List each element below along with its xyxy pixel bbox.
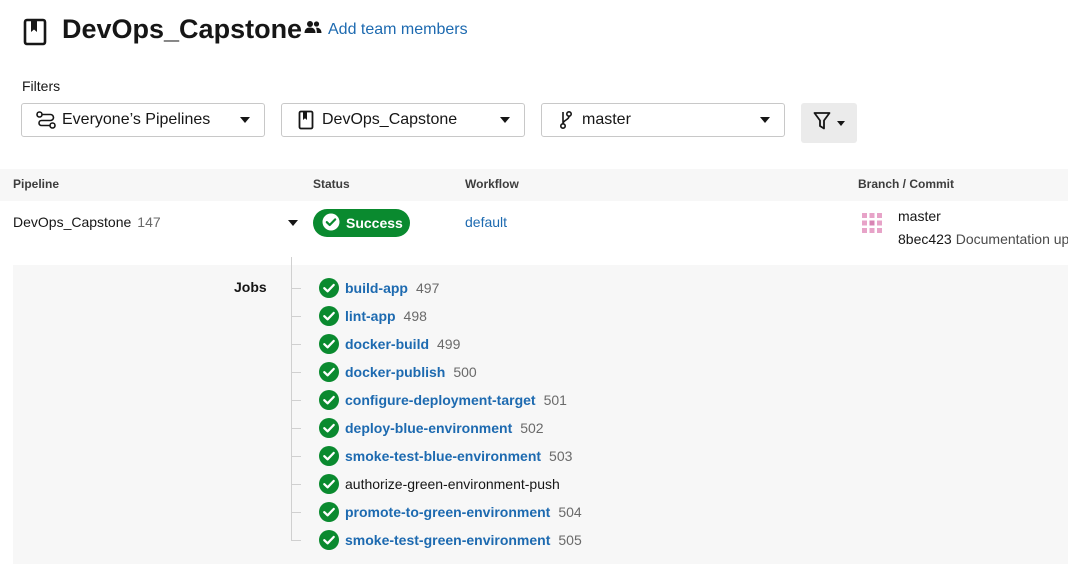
job-row: docker-publish 500 — [291, 362, 477, 382]
job-name[interactable]: deploy-blue-environment — [345, 420, 512, 436]
jobs-label: Jobs — [234, 279, 267, 295]
git-branch-icon — [556, 110, 576, 130]
jobs-tree-branch — [291, 427, 301, 429]
job-number: 497 — [416, 280, 440, 296]
job-name[interactable]: docker-publish — [345, 364, 445, 380]
job-row: docker-build 499 — [291, 334, 460, 354]
branch-name: master — [898, 208, 941, 224]
job-name[interactable]: configure-deployment-target — [345, 392, 536, 408]
jobs-tree-branch — [291, 455, 301, 457]
jobs-tree-branch — [291, 343, 301, 345]
chevron-down-icon — [240, 117, 250, 123]
pipelines-filter-dropdown[interactable]: Everyone’s Pipelines — [21, 103, 265, 137]
job-row: smoke-test-green-environment 505 — [291, 530, 582, 550]
job-name[interactable]: build-app — [345, 280, 408, 296]
status-label: Success — [346, 215, 403, 231]
advanced-filter-button[interactable] — [801, 103, 857, 143]
job-number: 499 — [437, 336, 461, 352]
check-circle-icon — [319, 390, 339, 410]
job-row: deploy-blue-environment 502 — [291, 418, 544, 438]
column-header-workflow: Workflow — [465, 177, 519, 191]
column-header-status: Status — [313, 177, 350, 191]
branch-filter-dropdown[interactable]: master — [541, 103, 785, 137]
check-circle-icon — [319, 306, 339, 326]
people-icon — [304, 20, 322, 39]
check-circle-icon — [319, 446, 339, 466]
pipelines-filter-value: Everyone’s Pipelines — [62, 111, 211, 128]
check-circle-icon — [319, 530, 339, 550]
job-name: authorize-green-environment-push — [345, 476, 560, 492]
pipeline-number: 147 — [137, 214, 161, 230]
job-name[interactable]: promote-to-green-environment — [345, 504, 550, 520]
project-filter-value: DevOps_Capstone — [322, 111, 458, 128]
job-number: 503 — [549, 448, 573, 464]
avatar — [858, 209, 886, 237]
project-filter-dropdown[interactable]: DevOps_Capstone — [281, 103, 525, 137]
check-circle-icon — [319, 502, 339, 522]
project-bookmark-icon — [296, 110, 316, 130]
commit-hash: 8bec423 — [898, 231, 952, 247]
pipelines-icon — [36, 110, 56, 130]
job-number: 504 — [558, 504, 582, 520]
job-number: 500 — [453, 364, 477, 380]
chevron-down-icon — [837, 120, 845, 126]
job-name[interactable]: smoke-test-green-environment — [345, 532, 550, 548]
job-number: 501 — [543, 392, 567, 408]
jobs-tree-branch — [291, 511, 301, 513]
commit-message: Documentation up — [955, 231, 1068, 247]
job-name[interactable]: docker-build — [345, 336, 429, 352]
workflow-link[interactable]: default — [465, 214, 507, 230]
job-row: smoke-test-blue-environment 503 — [291, 446, 572, 466]
expand-pipeline-chevron-icon[interactable] — [288, 220, 298, 226]
job-number: 498 — [403, 308, 427, 324]
column-header-branch-commit: Branch / Commit — [858, 177, 955, 191]
page-title: DevOps_Capstone — [62, 14, 303, 44]
jobs-tree-branch — [291, 315, 301, 317]
job-number: 505 — [558, 532, 582, 548]
jobs-tree-branch — [291, 483, 301, 485]
job-row: configure-deployment-target 501 — [291, 390, 567, 410]
add-team-members-button[interactable]: Add team members — [304, 20, 468, 39]
chevron-down-icon — [500, 117, 510, 123]
check-circle-icon — [319, 334, 339, 354]
pipeline-name[interactable]: DevOps_Capstone 147 — [13, 214, 161, 230]
jobs-tree-branch — [291, 371, 301, 373]
jobs-tree-branch — [291, 399, 301, 401]
status-badge[interactable]: Success — [313, 209, 410, 237]
pipeline-project: DevOps_Capstone — [13, 214, 132, 230]
check-circle-icon — [319, 278, 339, 298]
jobs-tree-branch — [291, 287, 301, 289]
add-team-members-label: Add team members — [328, 20, 468, 38]
job-row: promote-to-green-environment 504 — [291, 502, 582, 522]
check-circle-icon — [319, 418, 339, 438]
job-row: lint-app 498 — [291, 306, 427, 326]
check-circle-icon — [319, 474, 339, 494]
branch-filter-value: master — [582, 111, 631, 128]
job-number: 502 — [520, 420, 544, 436]
commit-info[interactable]: 8bec423 Documentation up — [898, 231, 1068, 247]
chevron-down-icon — [760, 117, 770, 123]
job-row: authorize-green-environment-push — [291, 474, 560, 494]
funnel-icon — [813, 111, 831, 136]
job-name[interactable]: lint-app — [345, 308, 396, 324]
check-circle-icon — [322, 213, 340, 234]
column-header-pipeline: Pipeline — [13, 177, 60, 191]
project-bookmark-icon — [22, 17, 48, 47]
jobs-tree-branch — [291, 539, 301, 541]
check-circle-icon — [319, 362, 339, 382]
filters-label: Filters — [22, 78, 61, 94]
job-name[interactable]: smoke-test-blue-environment — [345, 448, 541, 464]
job-row: build-app 497 — [291, 278, 439, 298]
